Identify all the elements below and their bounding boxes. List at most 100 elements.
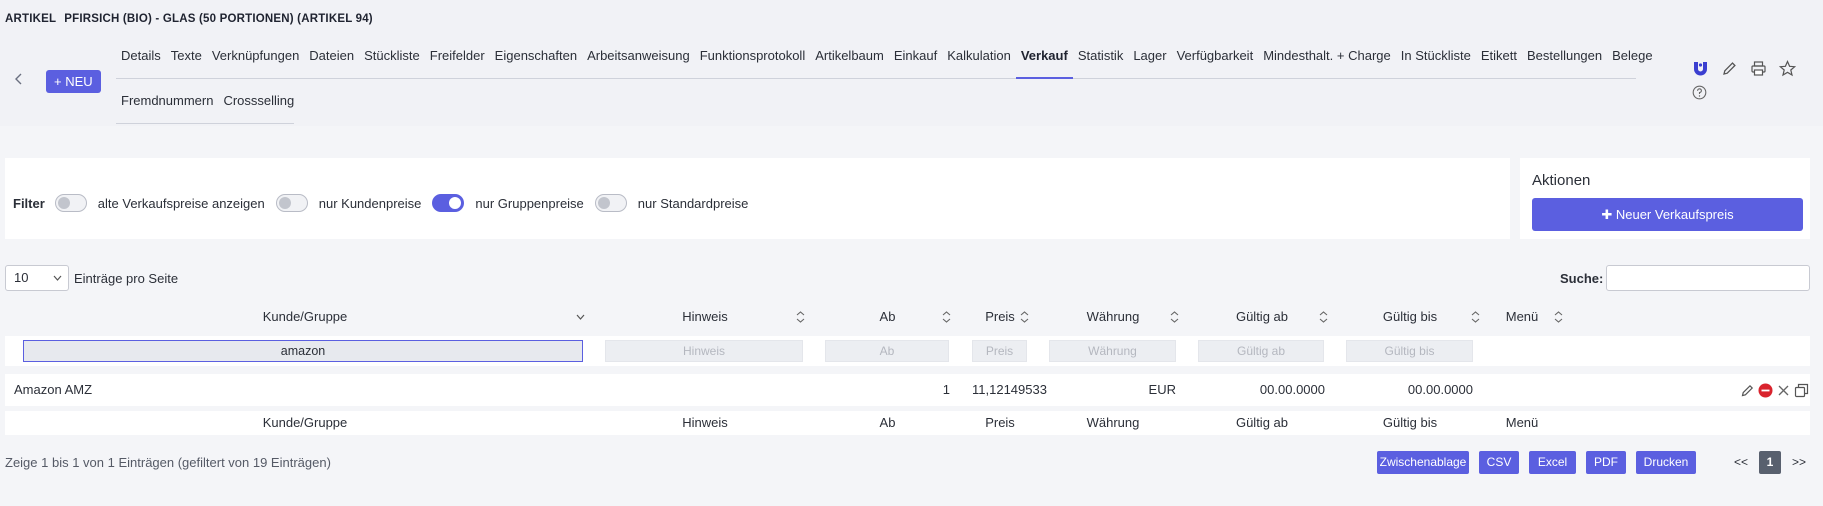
filter-ab-input[interactable]: Ab — [825, 340, 949, 362]
footer-gueltig-bis: Gültig bis — [1382, 415, 1438, 430]
pagination-page-1[interactable]: 1 — [1759, 451, 1781, 474]
sort-icon[interactable] — [1471, 306, 1480, 337]
toggle-old-prices-label: alte Verkaufspreise anzeigen — [97, 195, 265, 211]
tab-mindesthalt[interactable]: Mindesthalt. + Charge — [1258, 34, 1396, 78]
tab-freifelder[interactable]: Freifelder — [425, 34, 490, 78]
footer-ab: Ab — [879, 415, 896, 430]
printer-icon[interactable] — [1750, 60, 1767, 77]
tab-texte[interactable]: Texte — [166, 34, 207, 78]
article-header: ARTIKEL PFIRSICH (BIO) - GLAS (50 PORTION… — [0, 0, 1823, 126]
filter-preis-input[interactable]: Preis — [972, 340, 1027, 362]
col-gueltig-bis[interactable]: Gültig bis — [1345, 306, 1475, 328]
sort-icon[interactable] — [1554, 306, 1563, 337]
sort-desc-icon[interactable] — [576, 306, 585, 337]
tab-crossselling[interactable]: Crossselling — [218, 79, 299, 123]
new-article-button[interactable]: + NEU — [46, 70, 101, 93]
search-input[interactable] — [1606, 265, 1810, 291]
print-button[interactable]: Drucken — [1636, 451, 1696, 474]
excel-button[interactable]: Excel — [1529, 451, 1576, 474]
toggle-standard-prices[interactable] — [594, 194, 627, 212]
table-info: Zeige 1 bis 1 von 1 Einträgen (gefiltert… — [5, 455, 331, 470]
filter-row: Filter alte Verkaufspreise anzeigen nur … — [13, 194, 759, 212]
chevron-down-icon — [53, 266, 62, 300]
filter-waehrung-input[interactable]: Währung — [1049, 340, 1176, 362]
tab-arbeitsanweisung[interactable]: Arbeitsanweisung — [582, 34, 695, 78]
logo-icon[interactable] — [1692, 60, 1709, 77]
tab-verknuepfungen[interactable]: Verknüpfungen — [207, 34, 304, 78]
tab-artikelbaum[interactable]: Artikelbaum — [810, 34, 889, 78]
tab-eigenschaften[interactable]: Eigenschaften — [490, 34, 582, 78]
tab-funktionsprotokoll[interactable]: Funktionsprotokoll — [695, 34, 811, 78]
search-label: Suche: — [1560, 271, 1604, 286]
footer-kunde-gruppe: Kunde/Gruppe — [262, 415, 348, 430]
clipboard-button[interactable]: Zwischenablage — [1377, 451, 1469, 474]
footer-waehrung: Währung — [1086, 415, 1140, 430]
pagination-prev[interactable]: << — [1729, 451, 1753, 474]
tab-belege[interactable]: Belege — [1607, 34, 1657, 78]
pencil-icon[interactable] — [1740, 383, 1755, 398]
delete-icon[interactable] — [1758, 383, 1773, 398]
tab-lager[interactable]: Lager — [1128, 34, 1171, 78]
tab-verfuegbarkeit[interactable]: Verfügbarkeit — [1172, 34, 1259, 78]
footer-gueltig-ab: Gültig ab — [1235, 415, 1289, 430]
tab-details[interactable]: Details — [116, 34, 166, 78]
filter-kunde-gruppe-input[interactable]: amazon — [23, 340, 583, 362]
tab-fremdnummern[interactable]: Fremdnummern — [116, 79, 218, 123]
pdf-button[interactable]: PDF — [1586, 451, 1626, 474]
filter-gueltig-ab-input[interactable]: Gültig ab — [1198, 340, 1324, 362]
table-header: Kunde/Gruppe Hinweis Ab Preis Währung Gü… — [5, 306, 1810, 328]
cell-waehrung: EUR — [1148, 382, 1176, 397]
tab-statistik[interactable]: Statistik — [1073, 34, 1129, 78]
tab-kalkulation[interactable]: Kalkulation — [942, 34, 1016, 78]
filter-hinweis-input[interactable]: Hinweis — [605, 340, 803, 362]
tab-stueckliste[interactable]: Stückliste — [359, 34, 425, 78]
tab-einkauf[interactable]: Einkauf — [889, 34, 942, 78]
star-icon[interactable] — [1779, 60, 1796, 77]
filter-gueltig-bis-input[interactable]: Gültig bis — [1346, 340, 1473, 362]
actions-title: Aktionen — [1532, 172, 1591, 189]
col-menue: Menü — [1505, 309, 1539, 324]
col-waehrung[interactable]: Währung — [1048, 306, 1178, 328]
page-title: ARTIKEL PFIRSICH (BIO) - GLAS (50 PORTION… — [5, 13, 373, 25]
toggle-customer-prices[interactable] — [275, 194, 308, 212]
toggle-old-prices[interactable] — [54, 194, 87, 212]
filter-panel: Filter alte Verkaufspreise anzeigen nur … — [5, 158, 1510, 239]
tab-verkauf[interactable]: Verkauf — [1015, 34, 1073, 79]
toggle-customer-prices-label: nur Kundenpreise — [318, 195, 422, 211]
column-filter-row: amazon Hinweis Ab Preis Währung Gültig a… — [5, 336, 1810, 366]
col-kunde-gruppe[interactable]: Kunde/Gruppe — [15, 306, 595, 328]
filter-label: Filter — [13, 195, 45, 211]
toggle-group-prices-label: nur Gruppenpreise — [475, 195, 584, 211]
tab-bar-row2: Fremdnummern Crossselling — [116, 79, 294, 124]
sort-icon[interactable] — [1020, 306, 1029, 337]
footer-menue: Menü — [1505, 415, 1539, 430]
toggle-group-prices[interactable] — [432, 194, 465, 212]
sort-icon[interactable] — [1170, 306, 1179, 337]
page-length-select[interactable]: 10 — [5, 265, 69, 291]
tab-bestellungen[interactable]: Bestellungen — [1522, 34, 1607, 78]
tab-bar: Details Texte Verknüpfungen Dateien Stüc… — [116, 34, 1653, 79]
new-sales-price-button[interactable]: ✚ Neuer Verkaufspreis — [1532, 198, 1803, 231]
tab-dateien[interactable]: Dateien — [304, 34, 359, 78]
pencil-icon[interactable] — [1721, 60, 1738, 77]
col-gueltig-ab[interactable]: Gültig ab — [1197, 306, 1327, 328]
actions-panel: Aktionen ✚ Neuer Verkaufspreis — [1520, 158, 1810, 239]
tab-in-stueckliste[interactable]: In Stückliste — [1396, 34, 1476, 78]
back-chevron-icon[interactable] — [10, 70, 28, 88]
col-hinweis[interactable]: Hinweis — [605, 306, 805, 328]
toggle-standard-prices-label: nur Standardpreise — [637, 195, 749, 211]
pagination-next[interactable]: >> — [1787, 451, 1811, 474]
sort-icon[interactable] — [796, 306, 805, 337]
csv-button[interactable]: CSV — [1479, 451, 1519, 474]
copy-icon[interactable] — [1794, 383, 1809, 398]
close-icon[interactable] — [1776, 383, 1791, 398]
table-row[interactable]: Amazon AMZ 1 11,12149533 EUR 00.00.0000 … — [5, 374, 1810, 406]
tab-etikett[interactable]: Etikett — [1476, 34, 1522, 78]
cell-gueltig-ab: 00.00.0000 — [1259, 382, 1325, 397]
sort-icon[interactable] — [942, 306, 951, 337]
sort-icon[interactable] — [1319, 306, 1328, 337]
footer-preis: Preis — [985, 415, 1015, 430]
footer-hinweis: Hinweis — [682, 415, 728, 430]
help-icon[interactable] — [1692, 85, 1707, 100]
col-ab[interactable]: Ab — [825, 306, 950, 328]
